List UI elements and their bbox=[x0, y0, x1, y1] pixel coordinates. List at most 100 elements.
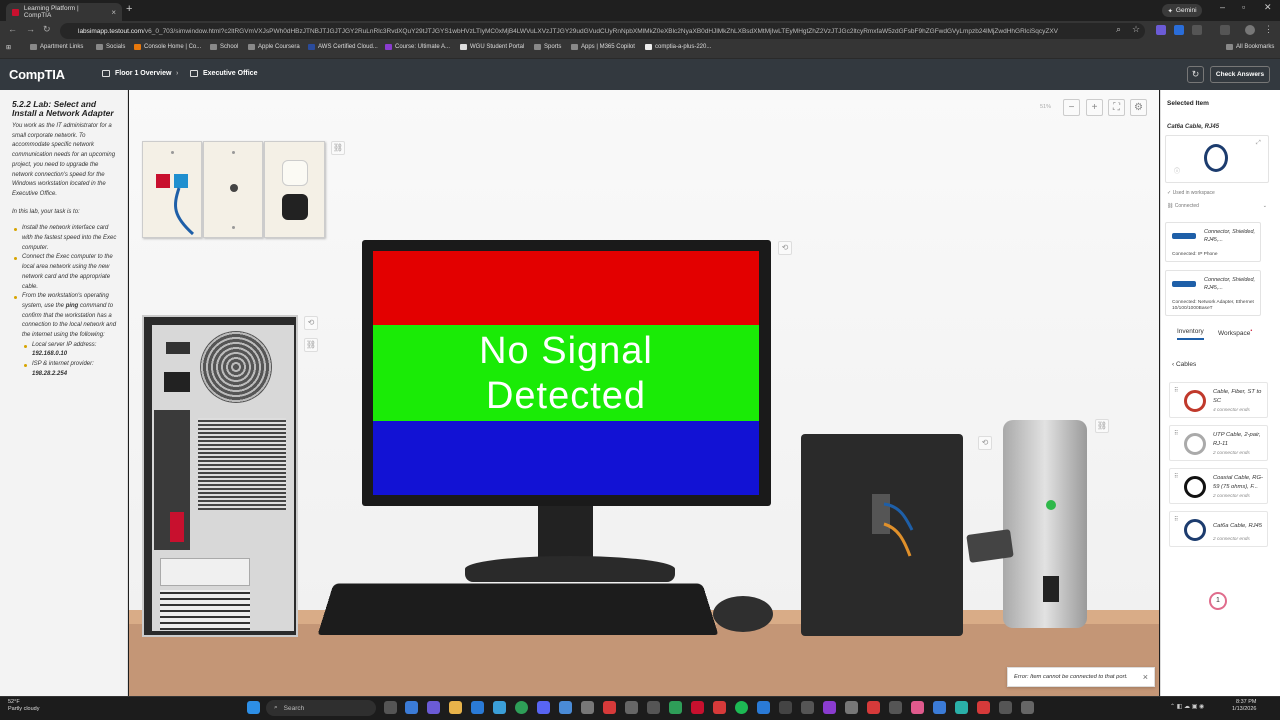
notification-badge[interactable]: 1 bbox=[1209, 592, 1227, 610]
app-icon[interactable] bbox=[427, 701, 440, 714]
app-icon[interactable] bbox=[603, 701, 616, 714]
tab-workspace[interactable]: Workspace• bbox=[1218, 328, 1252, 337]
bookmark-sports[interactable]: Sports bbox=[534, 44, 561, 50]
app-icon[interactable] bbox=[647, 701, 660, 714]
terminal-icon[interactable] bbox=[779, 701, 792, 714]
bookmark-m365-copilot[interactable]: Apps | M365 Copilot bbox=[571, 44, 635, 50]
power-outlet[interactable] bbox=[282, 160, 308, 186]
spotify-icon[interactable] bbox=[735, 701, 748, 714]
bookmark-comptia[interactable]: comptia-a-plus-220... bbox=[645, 44, 711, 50]
sidebar-icon[interactable] bbox=[1220, 25, 1230, 35]
bookmark-star-icon[interactable]: ☆ bbox=[1132, 24, 1140, 35]
app-icon[interactable] bbox=[933, 701, 946, 714]
app-icon[interactable] bbox=[471, 701, 484, 714]
wall-plate-coax[interactable] bbox=[203, 141, 263, 238]
drag-handle-icon[interactable]: ⠿ bbox=[1174, 430, 1178, 437]
minimize-icon[interactable]: – bbox=[1220, 2, 1225, 12]
connector-card[interactable]: Connector, Shielded, RJ45,... Connected:… bbox=[1165, 270, 1261, 316]
taskbar-search[interactable]: ⌕ Search bbox=[266, 700, 376, 716]
keyboard[interactable] bbox=[317, 583, 719, 635]
taskbar-clock[interactable]: 8:37 PM 1/13/2026 bbox=[1232, 699, 1256, 713]
toast-close-icon[interactable]: × bbox=[1143, 672, 1148, 682]
bookmark-apartment-links[interactable]: Apartment Links bbox=[30, 44, 83, 50]
app-icon[interactable] bbox=[625, 701, 638, 714]
app-icon[interactable] bbox=[559, 701, 572, 714]
unlink-surge-icon[interactable]: ⛓ bbox=[1095, 419, 1109, 433]
unlink-icon[interactable]: ⛓ bbox=[331, 141, 345, 155]
menu-icon[interactable]: ⋮ bbox=[1264, 24, 1273, 35]
app-icon[interactable] bbox=[691, 701, 704, 714]
app-icon[interactable] bbox=[1021, 701, 1034, 714]
wall-plate-outlet[interactable] bbox=[264, 141, 325, 238]
app-icon[interactable] bbox=[801, 701, 814, 714]
inventory-item[interactable]: ⠿ Cat6a Cable, RJ45 2 connector ends bbox=[1169, 511, 1268, 547]
drag-handle-icon[interactable]: ⠿ bbox=[1174, 516, 1178, 523]
app-icon[interactable] bbox=[911, 701, 924, 714]
fullscreen-button[interactable]: ⛶ bbox=[1108, 99, 1125, 116]
inventory-back-cables[interactable]: ‹ Cables bbox=[1172, 361, 1196, 368]
inventory-item[interactable]: ⠿ UTP Cable, 2-pair, RJ-11 2 connector e… bbox=[1169, 425, 1268, 461]
file-explorer-icon[interactable] bbox=[449, 701, 462, 714]
extensions-puzzle-icon[interactable] bbox=[1192, 25, 1202, 35]
tab-close-icon[interactable]: × bbox=[111, 8, 116, 17]
rotate-monitor-icon[interactable]: ⟲ bbox=[778, 241, 792, 255]
app-icon[interactable] bbox=[845, 701, 858, 714]
app-icon[interactable] bbox=[955, 701, 968, 714]
connected-toggle[interactable]: ⛓ Connected ⌄ bbox=[1167, 203, 1267, 209]
new-tab-button[interactable]: + bbox=[126, 3, 132, 15]
inventory-item[interactable]: ⠿ Coaxial Cable, RG-59 (75 ohms), F... 2… bbox=[1169, 468, 1268, 504]
bookmark-aws-certified[interactable]: AWS Certified Cloud... bbox=[308, 44, 378, 50]
task-view-icon[interactable] bbox=[384, 701, 397, 714]
system-tray-icons[interactable]: ⌃ ◧ ☁ ▣ ◉ bbox=[1170, 703, 1204, 710]
check-answers-button[interactable]: Check Answers bbox=[1210, 66, 1270, 83]
app-icon[interactable] bbox=[867, 701, 880, 714]
app-icon[interactable] bbox=[823, 701, 836, 714]
rotate-tower-icon[interactable]: ⟲ bbox=[304, 316, 318, 330]
app-icon[interactable] bbox=[999, 701, 1012, 714]
extension-icon[interactable] bbox=[1156, 25, 1166, 35]
rotate-device-icon[interactable]: ⟲ bbox=[978, 436, 992, 450]
expand-icon[interactable]: ⤢ bbox=[1256, 140, 1261, 147]
apps-grid-icon[interactable]: ⊞ bbox=[6, 44, 11, 51]
surge-power-switch[interactable] bbox=[1043, 576, 1059, 602]
close-window-icon[interactable]: ✕ bbox=[1264, 2, 1272, 13]
power-plug[interactable] bbox=[282, 194, 308, 220]
bookmark-socials[interactable]: Socials bbox=[96, 44, 125, 50]
address-bar[interactable]: labsimapp.testout.com/v6_0_703/simwindow… bbox=[60, 23, 1145, 39]
windows-start-icon[interactable] bbox=[247, 701, 260, 714]
gemini-button[interactable]: ✦ Gemini bbox=[1162, 4, 1202, 17]
zoom-icon[interactable]: ⌕ bbox=[1116, 24, 1121, 35]
audio-ports[interactable] bbox=[170, 512, 184, 542]
app-icon[interactable] bbox=[889, 701, 902, 714]
drag-handle-icon[interactable]: ⠿ bbox=[1174, 473, 1178, 480]
expansion-slot-card[interactable] bbox=[160, 558, 250, 586]
bookmark-console-home[interactable]: Console Home | Co... bbox=[134, 44, 201, 50]
all-bookmarks[interactable]: All Bookmarks bbox=[1226, 44, 1274, 50]
bookmark-apple-coursera[interactable]: Apple Coursera bbox=[248, 44, 300, 50]
bookmark-school[interactable]: School bbox=[210, 44, 238, 50]
browser-tab[interactable]: Learning Platform | CompTIA × bbox=[6, 3, 122, 21]
expansion-slots[interactable] bbox=[160, 590, 250, 630]
tab-inventory[interactable]: Inventory bbox=[1177, 328, 1204, 340]
coax-port[interactable] bbox=[230, 184, 238, 192]
inventory-item[interactable]: ⠿ Cable, Fiber, ST to SC 4 connector end… bbox=[1169, 382, 1268, 418]
power-switch[interactable] bbox=[166, 342, 190, 354]
info-icon[interactable]: ⓘ bbox=[1174, 166, 1180, 175]
profile-avatar[interactable] bbox=[1245, 25, 1255, 35]
reset-lab-button[interactable]: ↻ bbox=[1187, 66, 1204, 83]
app-icon[interactable] bbox=[977, 701, 990, 714]
breadcrumb-floor1[interactable]: Floor 1 Overview bbox=[102, 70, 171, 77]
settings-button[interactable]: ⚙ bbox=[1130, 99, 1147, 116]
app-icon[interactable] bbox=[581, 701, 594, 714]
power-inlet[interactable] bbox=[164, 372, 190, 392]
discord-icon[interactable] bbox=[537, 701, 550, 714]
zoom-in-button[interactable]: + bbox=[1086, 99, 1103, 116]
drag-handle-icon[interactable]: ⠿ bbox=[1174, 387, 1178, 394]
mouse[interactable] bbox=[713, 596, 773, 632]
unlink-tower-icon[interactable]: ⛓ bbox=[304, 338, 318, 352]
reload-icon[interactable]: ↻ bbox=[43, 24, 51, 35]
back-icon[interactable]: ← bbox=[8, 24, 17, 34]
weather-widget[interactable]: 52°F Partly cloudy bbox=[8, 699, 40, 713]
zoom-out-button[interactable]: − bbox=[1063, 99, 1080, 116]
bookmark-course-ultimate[interactable]: Course: Ultimate A... bbox=[385, 44, 450, 50]
